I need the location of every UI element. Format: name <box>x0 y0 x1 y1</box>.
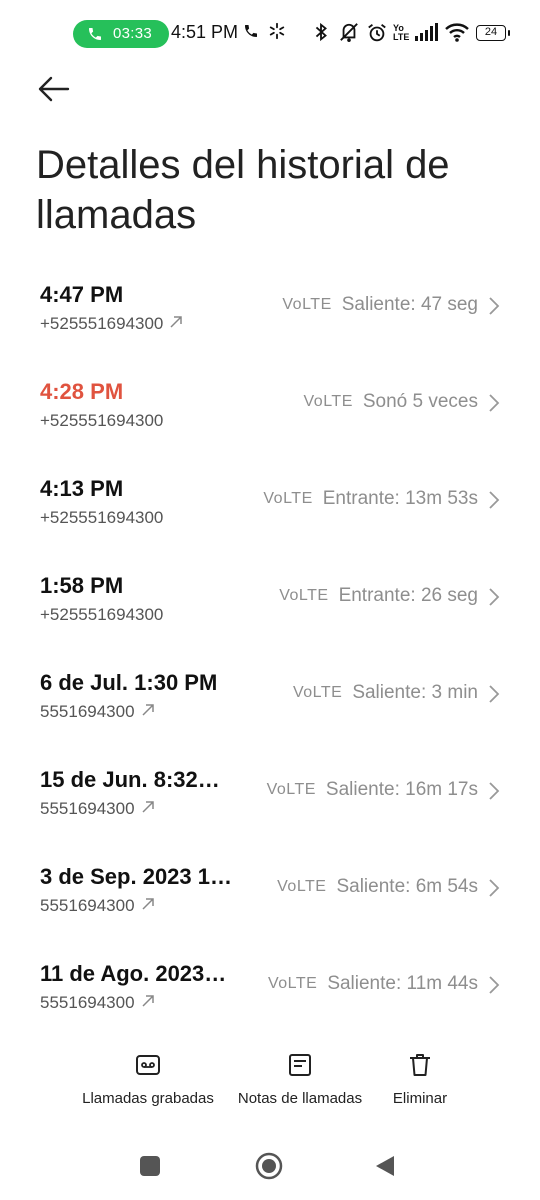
call-time: 3 de Sep. 2023 1… <box>40 864 232 889</box>
volte-icon: Yo LTE <box>393 23 410 42</box>
outgoing-arrow-icon <box>141 799 155 819</box>
wifi-icon <box>445 22 469 47</box>
call-row[interactable]: 6 de Jul. 1:30 PM 5551694300 VoLTE Salie… <box>0 670 540 758</box>
call-time: 1:58 PM <box>40 573 124 598</box>
call-detail: Saliente: 6m 54s <box>336 876 478 897</box>
outgoing-arrow-icon <box>141 993 155 1013</box>
home-button[interactable] <box>255 1152 283 1185</box>
vibrate-off-icon <box>338 22 360 47</box>
note-icon <box>228 1052 372 1082</box>
call-detail: Saliente: 3 min <box>352 682 478 703</box>
call-timer: 03:33 <box>113 25 153 42</box>
call-number-wrap: +525551694300 <box>40 314 183 334</box>
volte-label: VoLTE <box>282 296 332 313</box>
call-time: 4:47 PM <box>40 282 124 307</box>
call-detail: Saliente: 47 seg <box>341 294 478 315</box>
call-detail: Entrante: 13m 53s <box>322 488 478 509</box>
call-time: 6 de Jul. 1:30 PM <box>40 670 218 695</box>
call-detail: Sonó 5 veces <box>362 391 478 412</box>
phone-icon <box>243 22 259 45</box>
call-info: VoLTE Saliente: 16m 17s <box>267 779 478 801</box>
volte-label: VoLTE <box>277 878 327 895</box>
call-number-wrap: 5551694300 <box>40 799 155 819</box>
bluetooth-icon <box>313 22 329 47</box>
alarm-icon <box>366 22 388 49</box>
outgoing-arrow-icon <box>169 314 183 334</box>
call-info: VoLTE Sonó 5 veces <box>304 391 478 413</box>
call-time: 4:28 PM <box>40 379 124 404</box>
ongoing-call-pill[interactable]: 03:33 <box>73 20 169 48</box>
call-info: VoLTE Saliente: 3 min <box>293 682 478 704</box>
call-detail: Saliente: 16m 17s <box>325 779 478 800</box>
outgoing-arrow-icon <box>141 702 155 722</box>
trash-icon <box>384 1052 456 1082</box>
call-notes-label: Notas de llamadas <box>237 1090 363 1107</box>
call-row[interactable]: 1:58 PM +525551694300 VoLTE Entrante: 26… <box>0 573 540 661</box>
back-button[interactable] <box>36 74 76 106</box>
call-number: 5551694300 <box>40 702 135 721</box>
loading-icon <box>268 22 286 45</box>
battery-icon: 24 <box>476 25 510 41</box>
back-nav-button[interactable] <box>375 1155 395 1182</box>
page-title: Detalles del historial de llamadas <box>36 143 450 237</box>
call-time: 11 de Ago. 2023… <box>40 961 227 986</box>
chevron-right-icon <box>488 684 500 709</box>
back-arrow-icon <box>38 76 70 102</box>
call-number: 5551694300 <box>40 799 135 818</box>
chevron-right-icon <box>488 393 500 418</box>
outgoing-arrow-icon <box>141 896 155 916</box>
call-info: VoLTE Saliente: 47 seg <box>282 294 478 316</box>
call-info: VoLTE Entrante: 26 seg <box>279 585 478 607</box>
volte-label: VoLTE <box>303 393 353 410</box>
recorded-calls-button[interactable]: Llamadas grabadas <box>72 1052 224 1107</box>
call-number-wrap: 5551694300 <box>40 702 155 722</box>
call-number-wrap: 5551694300 <box>40 993 155 1013</box>
delete-label: Eliminar <box>392 1090 448 1107</box>
call-number: +525551694300 <box>40 508 164 527</box>
call-number: 5551694300 <box>40 993 135 1012</box>
call-number: +525551694300 <box>40 411 164 430</box>
call-time: 4:13 PM <box>40 476 124 501</box>
chevron-right-icon <box>488 975 500 1000</box>
call-row[interactable]: 11 de Ago. 2023… 5551694300 VoLTE Salien… <box>0 961 540 1049</box>
call-time: 15 de Jun. 8:32… <box>40 767 220 792</box>
delete-button[interactable]: Eliminar <box>384 1052 456 1107</box>
volte-label: VoLTE <box>263 490 313 507</box>
call-notes-button[interactable]: Notas de llamadas <box>228 1052 372 1107</box>
call-number-wrap: +525551694300 <box>40 605 163 625</box>
volte-label: VoLTE <box>267 975 318 992</box>
call-number: 5551694300 <box>40 896 135 915</box>
call-info: VoLTE Saliente: 6m 54s <box>277 876 478 898</box>
call-row[interactable]: 4:13 PM +525551694300 VoLTE Entrante: 13… <box>0 476 540 564</box>
phone-icon <box>87 26 103 46</box>
call-info: VoLTE Entrante: 13m 53s <box>263 488 478 510</box>
screen: 03:33 4:51 PM Yo LTE 24 Detalles del hist… <box>0 0 540 1200</box>
call-number-wrap: +525551694300 <box>40 508 163 528</box>
call-row[interactable]: 4:28 PM +525551694300 VoLTE Sonó 5 veces <box>0 379 540 467</box>
call-row[interactable]: 4:47 PM +525551694300 VoLTE Saliente: 47… <box>0 282 540 370</box>
call-number-wrap: +525551694300 <box>40 411 163 431</box>
call-row[interactable]: 3 de Sep. 2023 1… 5551694300 VoLTE Salie… <box>0 864 540 952</box>
call-row[interactable]: 15 de Jun. 8:32… 5551694300 VoLTE Salien… <box>0 767 540 855</box>
volte-label: VoLTE <box>279 587 329 604</box>
chevron-right-icon <box>488 490 500 515</box>
call-number: +525551694300 <box>40 314 164 333</box>
chevron-right-icon <box>488 781 500 806</box>
call-detail: Saliente: 11m 44s <box>327 973 478 994</box>
chevron-right-icon <box>488 296 500 321</box>
status-bar: 03:33 4:51 PM Yo LTE 24 <box>0 0 540 66</box>
recents-button[interactable] <box>140 1156 160 1181</box>
call-number: +525551694300 <box>40 605 164 624</box>
status-time: 4:51 PM <box>171 22 239 42</box>
volte-label: VoLTE <box>266 781 316 798</box>
chevron-right-icon <box>488 587 500 612</box>
recorded-calls-label: Llamadas grabadas <box>82 1090 214 1107</box>
chevron-right-icon <box>488 878 500 903</box>
volte-label: VoLTE <box>292 684 343 701</box>
cassette-icon <box>72 1052 224 1082</box>
call-info: VoLTE Saliente: 11m 44s <box>268 973 478 995</box>
call-number-wrap: 5551694300 <box>40 896 155 916</box>
call-detail: Entrante: 26 seg <box>338 585 478 606</box>
signal-icon <box>414 22 440 47</box>
